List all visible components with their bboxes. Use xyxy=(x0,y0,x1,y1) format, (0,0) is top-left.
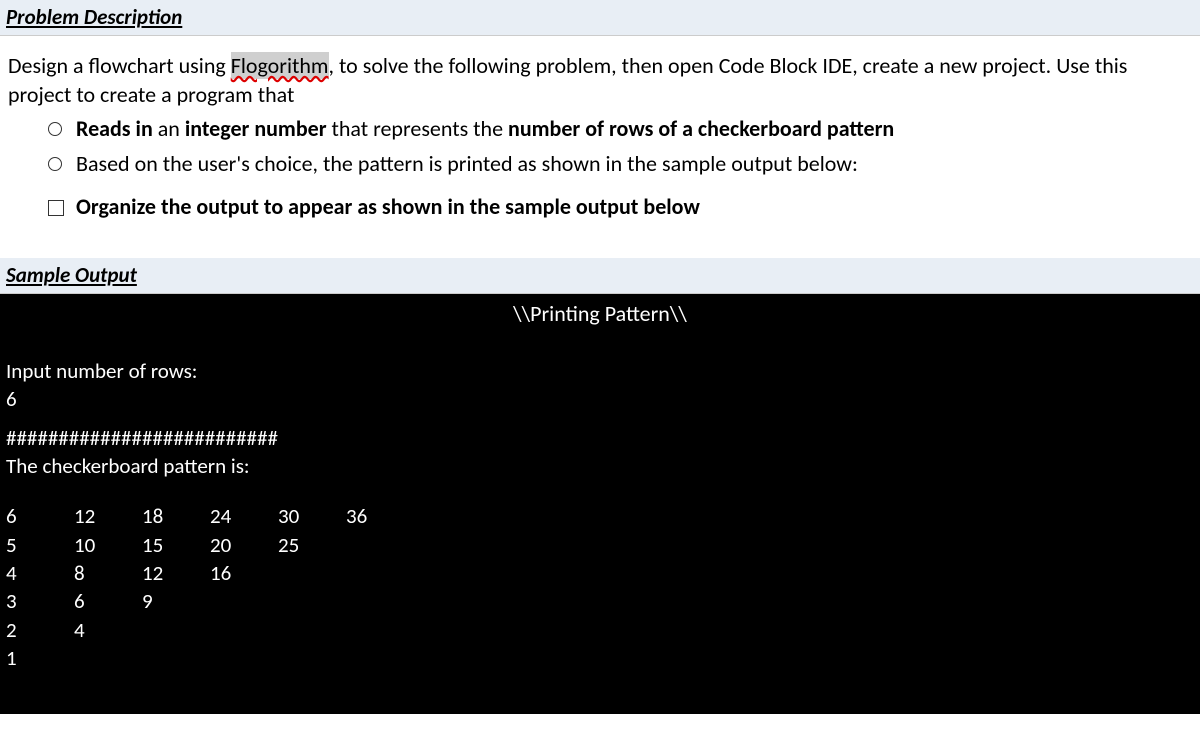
flogorithm-word: Flogorithm xyxy=(231,52,329,79)
table-cell: 6 xyxy=(6,502,74,530)
table-cell: 24 xyxy=(210,502,278,530)
problem-description-header: Problem Description xyxy=(0,0,1200,36)
table-cell: 12 xyxy=(74,502,142,530)
console-output: \\Printing Pattern\\ Input number of row… xyxy=(0,294,1200,714)
b1-bold1: integer number xyxy=(185,115,327,142)
sample-output-header: Sample Output xyxy=(0,258,1200,294)
console-input: 6 xyxy=(6,385,1194,413)
bullet-2-text: Based on the user's choice, the pattern … xyxy=(76,150,858,179)
para-part1: Design a flowchart using xyxy=(8,52,231,79)
console-title: \\Printing Pattern\\ xyxy=(0,294,1200,357)
table-cell: 9 xyxy=(142,587,210,615)
table-row: 369 xyxy=(6,587,1194,615)
console-prompt: Input number of rows: xyxy=(6,357,1194,385)
problem-paragraph: Design a flowchart using Flogorithm, to … xyxy=(8,52,1192,109)
table-cell: 36 xyxy=(346,502,414,530)
table-cell: 8 xyxy=(74,559,142,587)
problem-description-title: Problem Description xyxy=(6,4,182,30)
table-cell: 15 xyxy=(142,531,210,559)
bullet-1-text: Reads in an integer number that represen… xyxy=(76,115,894,144)
pattern-table: 61218243036510152025481216369241 xyxy=(6,502,1194,672)
table-row: 24 xyxy=(6,616,1194,644)
table-cell: 12 xyxy=(142,559,210,587)
console-separator: ########################## xyxy=(6,424,1194,452)
table-cell: 4 xyxy=(6,559,74,587)
circle-bullet-icon xyxy=(48,150,76,177)
table-row: 61218243036 xyxy=(6,502,1194,530)
b1-mid1: an xyxy=(153,115,185,142)
bullet-list: Reads in an integer number that represen… xyxy=(48,115,1192,222)
table-cell: 20 xyxy=(210,531,278,559)
table-cell: 6 xyxy=(74,587,142,615)
table-row: 481216 xyxy=(6,559,1194,587)
bullet-item-1: Reads in an integer number that represen… xyxy=(48,115,1192,144)
table-row: 1 xyxy=(6,644,1194,672)
console-label: The checkerboard pattern is: xyxy=(6,452,1194,480)
table-cell: 4 xyxy=(74,616,142,644)
table-cell: 18 xyxy=(142,502,210,530)
b1-post: rows of a checkerboard pattern xyxy=(604,115,894,142)
table-cell: 2 xyxy=(6,616,74,644)
console-body: Input number of rows: 6 ################… xyxy=(0,357,1200,672)
table-row: 510152025 xyxy=(6,531,1194,559)
table-cell: 3 xyxy=(6,587,74,615)
table-cell: 30 xyxy=(278,502,346,530)
table-cell: 16 xyxy=(210,559,278,587)
circle-bullet-icon xyxy=(48,115,76,142)
sample-output-title: Sample Output xyxy=(6,262,137,288)
table-cell: 10 xyxy=(74,531,142,559)
table-cell: 5 xyxy=(6,531,74,559)
bullet-3-text: Organize the output to appear as shown i… xyxy=(76,193,700,222)
checkbox-bullet-icon xyxy=(48,193,76,222)
table-cell: 25 xyxy=(278,531,346,559)
b1-bold2: number of xyxy=(508,115,604,142)
table-cell: 1 xyxy=(6,644,74,672)
bullet-item-3: Organize the output to appear as shown i… xyxy=(48,193,1192,222)
b1-pre: Reads in xyxy=(76,115,153,142)
problem-body: Design a flowchart using Flogorithm, to … xyxy=(0,36,1200,238)
b1-mid2: that represents the xyxy=(327,115,509,142)
bullet-item-2: Based on the user's choice, the pattern … xyxy=(48,150,1192,179)
